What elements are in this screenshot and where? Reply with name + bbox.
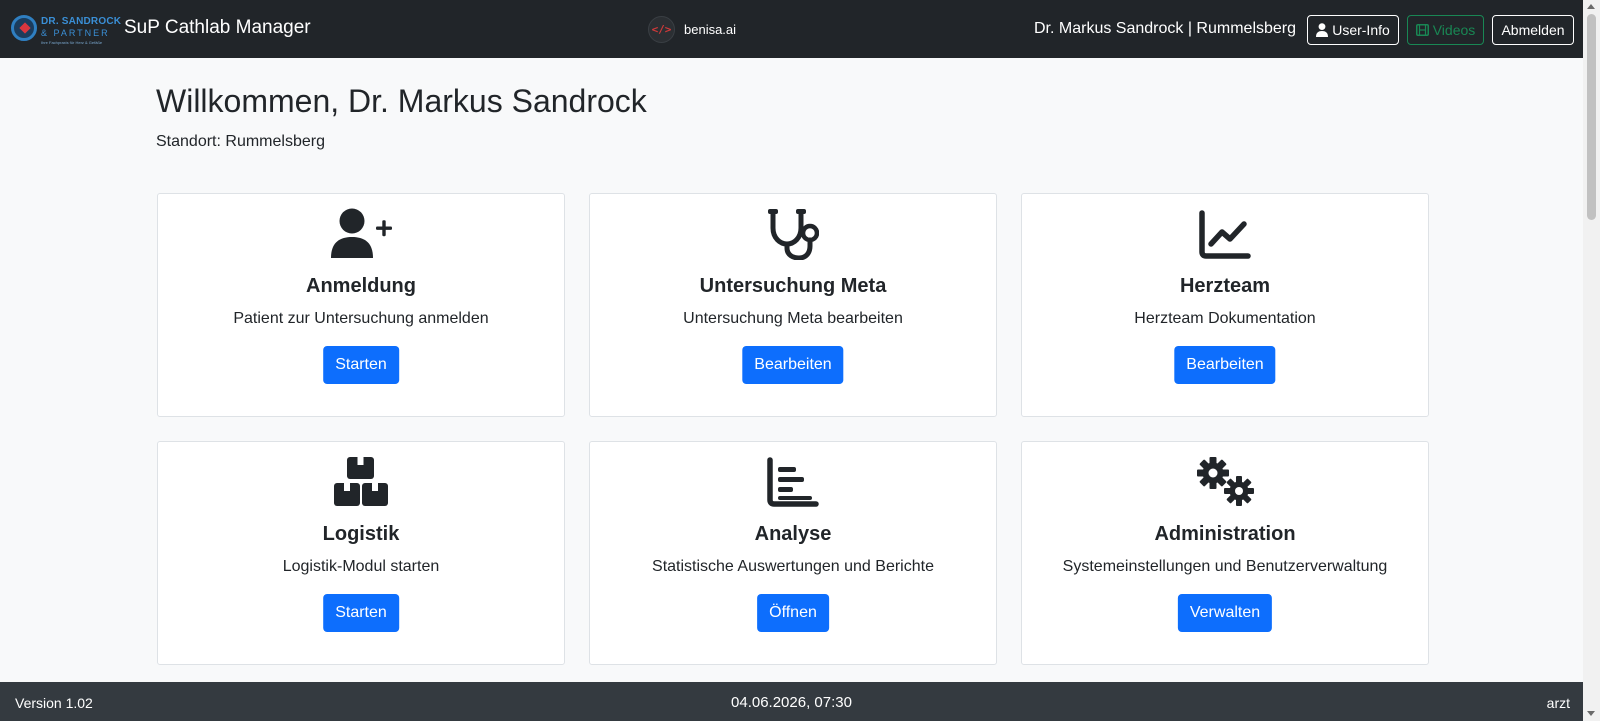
logistik-start-button[interactable]: Starten	[323, 594, 399, 632]
code-icon: </>	[648, 16, 675, 43]
gears-icon	[1197, 457, 1254, 506]
administration-manage-button[interactable]: Verwalten	[1177, 594, 1273, 632]
footer: Version 1.02 04.06.2026, 07:30 arzt	[0, 682, 1583, 721]
card-title: Analyse	[754, 523, 832, 545]
welcome-heading: Willkommen, Dr. Markus Sandrock	[156, 83, 647, 119]
user-role-label: arzt	[1546, 695, 1570, 711]
user-plus-icon	[331, 208, 392, 258]
logo-line3: Ihre Fachpraxis für Herz & Gefäße	[41, 40, 103, 45]
card-title: Untersuchung Meta	[699, 275, 887, 297]
scroll-down-arrow-icon[interactable]	[1587, 711, 1595, 716]
logo-line2: & PARTNER	[41, 28, 110, 38]
anmeldung-start-button[interactable]: Starten	[323, 346, 399, 384]
videos-label: Videos	[1432, 22, 1476, 38]
herzteam-edit-button[interactable]: Bearbeiten	[1174, 346, 1276, 384]
brand[interactable]: DR. SANDROCK & PARTNER Ihre Fachpraxis f…	[10, 12, 122, 46]
card-text: Systemeinstellungen und Benutzerverwaltu…	[1062, 558, 1388, 575]
chart-line-icon	[1199, 210, 1251, 259]
top-navbar: DR. SANDROCK & PARTNER Ihre Fachpraxis f…	[0, 0, 1583, 58]
film-icon	[1415, 24, 1429, 36]
user-icon	[1316, 23, 1329, 37]
analyse-open-button[interactable]: Öffnen	[757, 594, 829, 632]
chart-bars-icon	[767, 457, 819, 507]
card-herzteam: Herzteam Herzteam Dokumentation Bearbeit…	[1021, 193, 1429, 417]
card-title: Herzteam	[1179, 275, 1271, 297]
location-label: Standort:	[156, 133, 221, 150]
card-text: Patient zur Untersuchung anmelden	[233, 310, 489, 327]
logo-heart-icon	[11, 15, 37, 41]
card-text: Herzteam Dokumentation	[1134, 310, 1316, 327]
logo-line1: DR. SANDROCK	[41, 16, 122, 27]
card-title: Anmeldung	[306, 275, 416, 297]
card-untersuchung-meta: Untersuchung Meta Untersuchung Meta bear…	[589, 193, 997, 417]
boxes-icon	[334, 457, 388, 506]
benisa-brand[interactable]: </> benisa.ai	[648, 16, 736, 43]
location-line: Standort: Rummelsberg	[156, 133, 325, 151]
user-info-button[interactable]: User-Info	[1307, 15, 1399, 45]
location-value: Rummelsberg	[225, 133, 325, 150]
card-text: Untersuchung Meta bearbeiten	[683, 310, 903, 327]
videos-button[interactable]: Videos	[1407, 15, 1484, 45]
scroll-up-arrow-icon[interactable]	[1587, 4, 1595, 9]
card-administration: Administration Systemeinstellungen und B…	[1021, 441, 1429, 665]
stethoscope-icon	[768, 209, 819, 260]
untersuchung-meta-edit-button[interactable]: Bearbeiten	[742, 346, 844, 384]
card-title: Administration	[1154, 523, 1296, 545]
current-user-location: Dr. Markus Sandrock | Rummelsberg	[1034, 20, 1297, 37]
card-analyse: Analyse Statistische Auswertungen und Be…	[589, 441, 997, 665]
logout-button[interactable]: Abmelden	[1492, 15, 1574, 45]
card-logistik: Logistik Logistik-Modul starten Starten	[157, 441, 565, 665]
user-info-label: User-Info	[1332, 22, 1390, 38]
practice-logo: DR. SANDROCK & PARTNER Ihre Fachpraxis f…	[10, 12, 122, 46]
card-anmeldung: Anmeldung Patient zur Untersuchung anmel…	[157, 193, 565, 417]
card-text: Logistik-Modul starten	[282, 558, 440, 575]
datetime-label: 04.06.2026, 07:30	[731, 694, 852, 711]
card-title: Logistik	[322, 523, 400, 545]
card-text: Statistische Auswertungen und Berichte	[652, 558, 934, 575]
app-title[interactable]: SuP Cathlab Manager	[124, 17, 311, 39]
page-scrollbar[interactable]	[1583, 0, 1600, 721]
benisa-label: benisa.ai	[684, 22, 737, 37]
scroll-thumb[interactable]	[1587, 14, 1596, 220]
